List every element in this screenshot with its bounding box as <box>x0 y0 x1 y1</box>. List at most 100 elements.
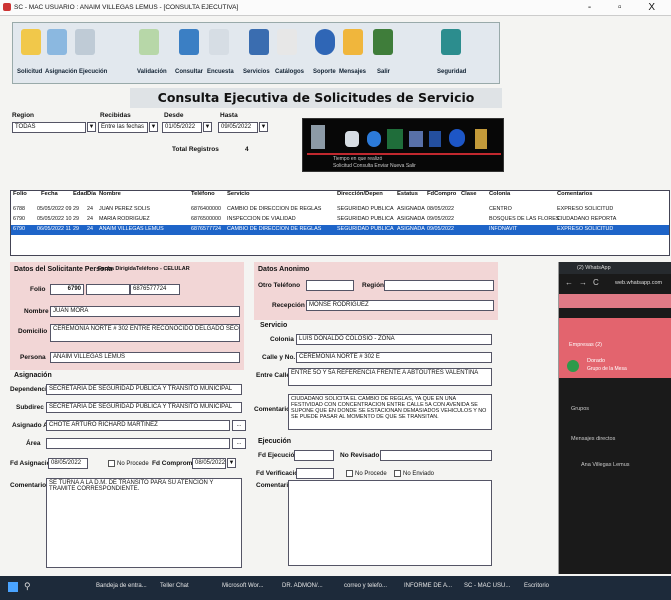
fcompromiso-field[interactable]: 08/05/2022 <box>192 458 226 469</box>
table-row[interactable]: 6790 05/05/2022 10 29 24 MARIA RODRIGUEZ… <box>11 215 669 225</box>
toolbar-label-asignacion[interactable]: Asignación <box>45 69 77 75</box>
col-estatus[interactable]: Estatus <box>397 191 418 200</box>
anon-region-field[interactable] <box>384 280 494 291</box>
col-servicio[interactable]: Servicio <box>227 191 250 200</box>
col-telefono[interactable]: Teléfono <box>191 191 215 200</box>
task-teller[interactable]: Teller Chat <box>160 583 189 589</box>
serv-comentarios-field[interactable]: CIUDADANO SOLICITA EL CAMBIO DE REGLAS, … <box>288 394 492 430</box>
search-icon[interactable]: ⚲ <box>24 581 31 592</box>
consultar-icon[interactable] <box>179 29 199 55</box>
wa-chat-name[interactable]: Dorado <box>587 358 605 364</box>
folio-field[interactable]: 6790 <box>50 284 84 295</box>
no-procede-checkbox[interactable]: No Procede <box>108 460 149 467</box>
power-icon[interactable] <box>449 129 465 147</box>
dependencia-field[interactable]: SECRETARIA DE SEGURIDAD PUBLICA Y TRANSI… <box>46 384 242 395</box>
catalogos-icon[interactable] <box>277 29 297 55</box>
task-escritorio[interactable]: Escritorio <box>524 583 549 589</box>
wa-chip[interactable]: Empresas (2) <box>569 342 602 348</box>
recibidas-select[interactable]: Entre las fechas <box>98 122 148 133</box>
toolbar-label-ejecucion[interactable]: Ejecución <box>79 69 107 75</box>
task-informe[interactable]: INFORME DE A... <box>404 583 452 589</box>
fecha-field[interactable] <box>86 284 130 295</box>
printer-icon[interactable] <box>311 125 325 149</box>
window-icon[interactable] <box>409 131 423 147</box>
fejecucion-field[interactable] <box>294 450 334 461</box>
mensajes-icon[interactable] <box>343 29 363 55</box>
wa-url[interactable]: web.whatsapp.com <box>615 280 662 286</box>
fcompromiso-dropdown-icon[interactable]: ▼ <box>227 458 236 468</box>
nombre-field[interactable]: JUAN MORA <box>50 306 240 317</box>
hasta-input[interactable]: 09/05/2022 <box>218 122 258 133</box>
toolbar-label-salir[interactable]: Salir <box>377 69 390 75</box>
col-dia[interactable]: Día <box>87 191 96 200</box>
recepcion-field[interactable]: MONSE RODRIGUEZ <box>306 300 494 311</box>
col-fdcompro[interactable]: FdCompro <box>427 191 456 200</box>
salir-icon[interactable] <box>373 29 393 55</box>
wa-mensajes[interactable]: Mensajes directos <box>571 436 615 442</box>
area-field[interactable] <box>46 438 230 449</box>
toolbar-label-servicios[interactable]: Servicios <box>243 69 270 75</box>
toolbar-label-encuesta[interactable]: Encuesta <box>207 69 234 75</box>
reload-icon[interactable]: C <box>593 278 599 287</box>
table-row-selected[interactable]: 6790 06/05/2022 11 29 24 ANAIM VILLEGAS … <box>11 225 669 235</box>
wa-grupos[interactable]: Grupos <box>571 406 589 412</box>
subdirec-field[interactable]: SECRETARIA DE SEGURIDAD PUBLICA Y TRANSI… <box>46 402 242 413</box>
col-folio[interactable]: Folio <box>13 191 27 200</box>
servicios-icon[interactable] <box>249 29 269 55</box>
task-word[interactable]: Microsoft Wor... <box>222 583 264 589</box>
calle-field[interactable]: CEREMONIA NORTE # 302 E <box>296 352 492 363</box>
recibidas-dropdown-icon[interactable]: ▼ <box>149 122 158 132</box>
entre-calles-field[interactable]: ENTRE 5O Y 5A REFERENCIA FRENTE A ABTOUT… <box>288 368 492 386</box>
telefono-field[interactable]: 6876577724 <box>130 284 180 295</box>
toolbar-label-solicitud[interactable]: Solicitud <box>17 69 42 75</box>
excel-icon[interactable] <box>387 129 403 149</box>
asignacion-icon[interactable] <box>47 29 67 55</box>
ejec-comentarios-field[interactable] <box>288 480 492 566</box>
back-arrow-icon[interactable]: ← <box>565 278 573 287</box>
ejec-no-procede-checkbox[interactable]: No Procede <box>346 470 387 477</box>
solicitud-icon[interactable] <box>21 29 41 55</box>
col-nombre[interactable]: Nombre <box>99 191 121 200</box>
region-select[interactable]: TODAS <box>12 122 86 133</box>
task-scmac[interactable]: SC - MAC USU... <box>464 583 510 589</box>
asig-comentarios-field[interactable]: SE TURNA A LA D.M. DE TRANSITO PARA SU A… <box>46 478 242 568</box>
start-icon[interactable] <box>8 582 18 592</box>
broom-icon[interactable] <box>475 129 487 149</box>
fasignacion-field[interactable]: 08/05/2022 <box>48 458 88 469</box>
task-outlook[interactable]: Bandeja de entra... <box>96 583 147 589</box>
encuesta-icon[interactable] <box>209 29 229 55</box>
toolbar-label-validacion[interactable]: Validación <box>137 69 167 75</box>
table-row[interactable]: 6788 05/05/2022 09 29 24 JUAN PEREZ SOLI… <box>11 205 669 215</box>
toolbar-label-consultar[interactable]: Consultar <box>175 69 203 75</box>
enviado-checkbox[interactable]: No Enviado <box>394 470 434 477</box>
seguridad-icon[interactable] <box>441 29 461 55</box>
revisado-field[interactable] <box>380 450 492 461</box>
toolbar-label-mensajes[interactable]: Mensajes <box>339 69 366 75</box>
toolbar-label-seguridad[interactable]: Seguridad <box>437 69 466 75</box>
globe-icon[interactable] <box>367 131 381 147</box>
users-icon[interactable] <box>345 131 359 147</box>
persona-field[interactable]: ANAIM VILLEGAS LEMUS <box>50 352 240 363</box>
desde-dropdown-icon[interactable]: ▼ <box>203 122 212 132</box>
doc-icon[interactable] <box>429 131 441 147</box>
asignado-field[interactable]: CHOTE ARTURO RICHARD MARTINEZ <box>46 420 230 431</box>
desde-input[interactable]: 01/05/2022 <box>162 122 202 133</box>
domicilio-field[interactable]: CEREMONIA NORTE # 302 ENTRE RECONOCIDO D… <box>50 324 240 342</box>
forward-arrow-icon[interactable]: → <box>579 278 587 287</box>
area-lookup-button[interactable]: ... <box>232 438 246 449</box>
col-fecha[interactable]: Fecha <box>41 191 58 200</box>
hasta-dropdown-icon[interactable]: ▼ <box>259 122 268 132</box>
validacion-icon[interactable] <box>139 29 159 55</box>
colonia-field[interactable]: LUIS DONALDO COLOSIO - ZONA <box>296 334 492 345</box>
otro-telefono-field[interactable] <box>306 280 354 291</box>
wa-user[interactable]: Ana Villegas Lemus <box>581 462 630 468</box>
col-comentarios[interactable]: Comentarios <box>557 191 592 200</box>
fverificacion-field[interactable] <box>296 468 334 479</box>
col-edad[interactable]: Edad <box>73 191 87 200</box>
toolbar-label-soporte[interactable]: Soporte <box>313 69 336 75</box>
col-direccion[interactable]: Dirección/Depen <box>337 191 383 200</box>
task-correo[interactable]: correo y telefo... <box>344 583 387 589</box>
toolbar-label-catalogos[interactable]: Catálogos <box>275 69 304 75</box>
ejecucion-icon[interactable] <box>75 29 95 55</box>
col-clase[interactable]: Clase <box>461 191 476 200</box>
